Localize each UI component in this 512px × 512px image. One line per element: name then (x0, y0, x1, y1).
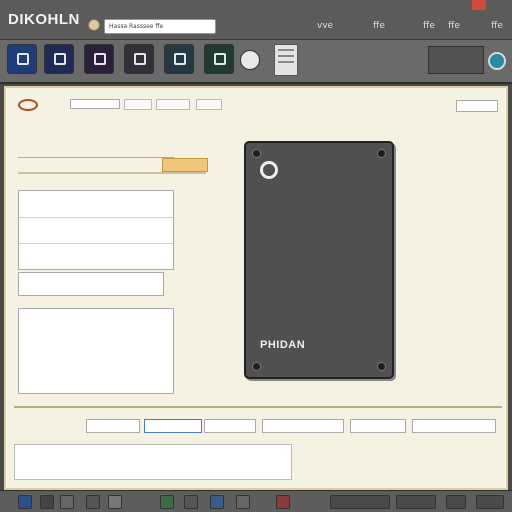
page-glyph-icon (54, 53, 66, 65)
divider (19, 243, 173, 244)
device-logo-icon (260, 161, 278, 179)
screw-icon (377, 362, 386, 371)
app-title: DIKOHLN (8, 11, 80, 28)
grid-view-button[interactable] (428, 46, 484, 74)
toolbar (0, 40, 512, 84)
divider (18, 172, 206, 174)
window-control-3[interactable]: ffe (447, 19, 461, 34)
section-line (18, 148, 174, 158)
monitor-icon[interactable] (164, 44, 194, 74)
taskbar-app-icon[interactable] (276, 495, 290, 509)
window-control-1[interactable]: ffe (372, 19, 386, 34)
taskbar-app-icon[interactable] (60, 495, 74, 509)
taskbar-app-icon[interactable] (236, 495, 250, 509)
taskbar-app-icon[interactable] (184, 495, 198, 509)
window-control-4[interactable]: ffe (490, 19, 504, 34)
taskbar-window-button[interactable] (396, 495, 436, 509)
globe-icon[interactable] (488, 52, 506, 70)
bottom-button-1[interactable] (86, 419, 140, 433)
image-icon[interactable] (124, 44, 154, 74)
image-glyph-icon (134, 53, 146, 65)
taskbar-app-icon[interactable] (160, 495, 174, 509)
panel-line (278, 61, 294, 63)
tray-icon[interactable] (446, 495, 466, 509)
monitor-glyph-icon (174, 53, 186, 65)
brand-logo-icon (18, 99, 38, 111)
page-icon[interactable] (44, 44, 74, 74)
bottom-button-5[interactable] (350, 419, 406, 433)
taskbar-app-icon[interactable] (108, 495, 122, 509)
device-image: PHIDAN (244, 141, 394, 379)
details-box (18, 190, 174, 270)
properties-panel-button[interactable] (274, 44, 298, 76)
app-icon[interactable] (7, 44, 37, 74)
notes-box (18, 308, 174, 394)
app-glyph-icon (17, 53, 29, 65)
screw-icon (252, 149, 261, 158)
home-icon[interactable] (88, 19, 100, 31)
device-brand: PHIDAN (260, 339, 306, 351)
taskbar-app-icon[interactable] (40, 495, 54, 509)
doc-glyph-icon (94, 53, 106, 65)
clock (476, 495, 504, 509)
taskbar-app-icon[interactable] (86, 495, 100, 509)
close-button[interactable] (472, 0, 486, 10)
taskbar-app-icon[interactable] (18, 495, 32, 509)
tab-3[interactable] (196, 99, 222, 110)
screw-icon (252, 362, 261, 371)
top-right-button[interactable] (456, 100, 498, 112)
footer-field[interactable] (14, 444, 292, 480)
highlighted-field[interactable] (162, 158, 208, 172)
tab-2[interactable] (156, 99, 190, 110)
panel-line (278, 49, 294, 51)
search-input[interactable]: Hassa Rasssee ffe (104, 19, 216, 34)
window-control-2[interactable]: ffe (422, 19, 436, 34)
divider (19, 217, 173, 218)
summary-field[interactable] (18, 272, 164, 296)
taskbar-window-button[interactable] (330, 495, 390, 509)
bottom-button-3[interactable] (204, 419, 256, 433)
screw-icon (377, 149, 386, 158)
bottom-button-2[interactable] (144, 419, 202, 433)
doc-icon[interactable] (84, 44, 114, 74)
taskbar (0, 490, 512, 512)
view-button[interactable]: vve (312, 19, 338, 34)
refresh-icon[interactable] (240, 50, 260, 70)
bottom-button-6[interactable] (412, 419, 496, 433)
bottom-button-4[interactable] (262, 419, 344, 433)
title-bar: DIKOHLN Hassa Rasssee ffe vve ffe ffe ff… (0, 0, 512, 40)
tab-1[interactable] (124, 99, 152, 110)
chart-glyph-icon (214, 53, 226, 65)
top-field[interactable] (70, 99, 120, 109)
chart-icon[interactable] (204, 44, 234, 74)
taskbar-app-icon[interactable] (210, 495, 224, 509)
divider (14, 406, 502, 408)
panel-line (278, 55, 294, 57)
